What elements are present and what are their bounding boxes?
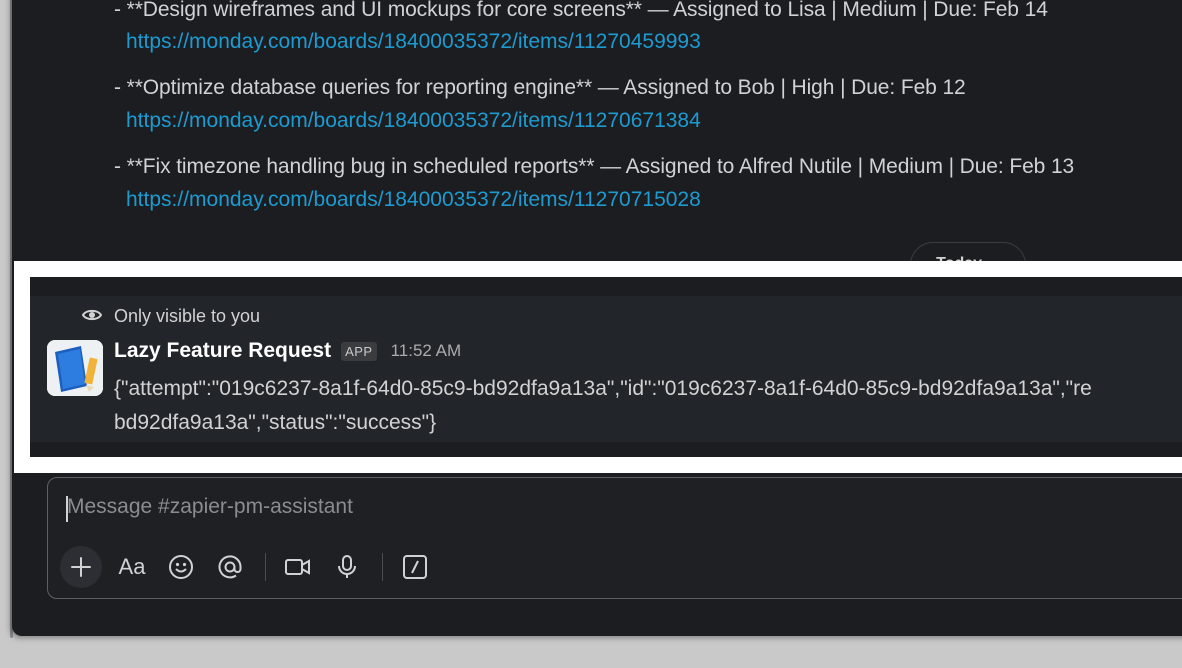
message-header: Lazy Feature Request APP 11:52 AM: [114, 339, 461, 363]
plus-icon[interactable]: [60, 546, 102, 588]
shortcuts-icon[interactable]: [393, 545, 437, 589]
task-item: - **Optimize database queries for report…: [114, 76, 966, 99]
composer-toolbar: Aa: [60, 545, 442, 589]
eye-icon: [81, 306, 103, 327]
task-link[interactable]: https://monday.com/boards/18400035372/it…: [126, 188, 701, 212]
toolbar-divider: [382, 553, 383, 581]
app-avatar[interactable]: [47, 340, 103, 396]
task-link[interactable]: https://monday.com/boards/18400035372/it…: [126, 109, 701, 133]
mention-icon[interactable]: [208, 545, 252, 589]
toolbar-divider: [265, 553, 266, 581]
message-spacer: [30, 442, 1182, 457]
sender-name[interactable]: Lazy Feature Request: [114, 339, 331, 363]
message-input[interactable]: Message #zapier-pm-assistant: [67, 495, 353, 519]
format-icon[interactable]: Aa: [110, 545, 154, 589]
task-item: - **Design wireframes and UI mockups for…: [114, 0, 1048, 21]
video-icon[interactable]: [276, 545, 320, 589]
app-badge: APP: [341, 341, 377, 361]
visibility-note: Only visible to you: [81, 306, 261, 327]
message-spacer: [30, 277, 1182, 296]
message-body-line: bd92dfa9a13a","status":"success"}: [114, 411, 437, 434]
message-body-line: {"attempt":"019c6237-8a1f-64d0-85c9-bd92…: [114, 377, 1092, 400]
format-label: Aa: [118, 554, 146, 579]
task-link[interactable]: https://monday.com/boards/18400035372/it…: [126, 30, 701, 54]
visibility-label: Only visible to you: [114, 306, 261, 326]
message-body: {"attempt":"019c6237-8a1f-64d0-85c9-bd92…: [114, 372, 1092, 440]
message-timestamp[interactable]: 11:52 AM: [391, 341, 462, 361]
microphone-icon[interactable]: [325, 545, 369, 589]
emoji-icon[interactable]: [159, 545, 203, 589]
task-item: - **Fix timezone handling bug in schedul…: [114, 155, 1075, 178]
